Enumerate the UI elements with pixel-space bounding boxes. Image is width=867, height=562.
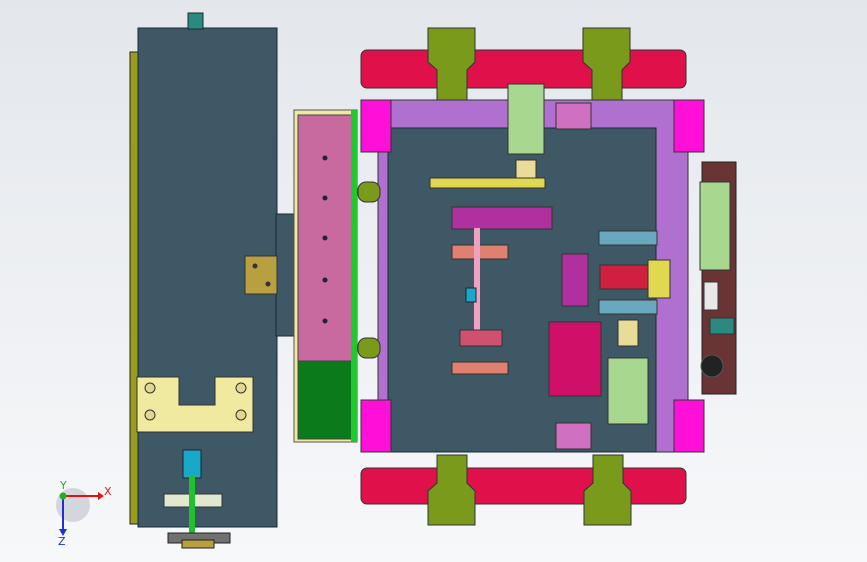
left-assembly <box>129 12 295 549</box>
corner-tl <box>360 99 392 153</box>
x-axis-label: X <box>104 485 112 498</box>
tongue-connector <box>275 213 295 337</box>
cyan-motor <box>182 449 202 479</box>
yellow-pulley <box>429 177 546 189</box>
right-assembly <box>699 161 737 395</box>
magenta-gear <box>451 206 553 230</box>
bottom-belt <box>360 467 687 505</box>
brass-mount-block <box>244 255 278 295</box>
top-right-bracket <box>582 27 631 101</box>
corner-tr <box>673 99 705 153</box>
chassis <box>357 83 705 453</box>
corner-bl <box>360 399 392 453</box>
control-box <box>548 321 602 397</box>
z-axis-label: Z <box>58 535 66 548</box>
bottom-right-bracket <box>583 454 632 526</box>
view-triad <box>56 488 104 536</box>
bottom-motor <box>607 357 649 425</box>
track-bottom <box>360 454 687 526</box>
side-block <box>293 109 358 443</box>
green-panel <box>297 360 354 440</box>
bottom-left-bracket <box>427 454 476 526</box>
y-axis-label: Y <box>60 479 67 492</box>
small-gear <box>700 354 724 378</box>
top-shaft-stub <box>187 12 204 30</box>
y-axis-dot <box>59 492 67 500</box>
top-motor <box>507 83 545 155</box>
top-belt <box>360 49 687 89</box>
top-left-bracket <box>427 27 476 101</box>
cad-viewport[interactable]: X Y Z <box>0 0 867 562</box>
assembly-drawing[interactable] <box>0 0 867 562</box>
purple-component <box>561 253 589 307</box>
corner-br <box>673 399 705 453</box>
green-shaft <box>189 476 195 538</box>
